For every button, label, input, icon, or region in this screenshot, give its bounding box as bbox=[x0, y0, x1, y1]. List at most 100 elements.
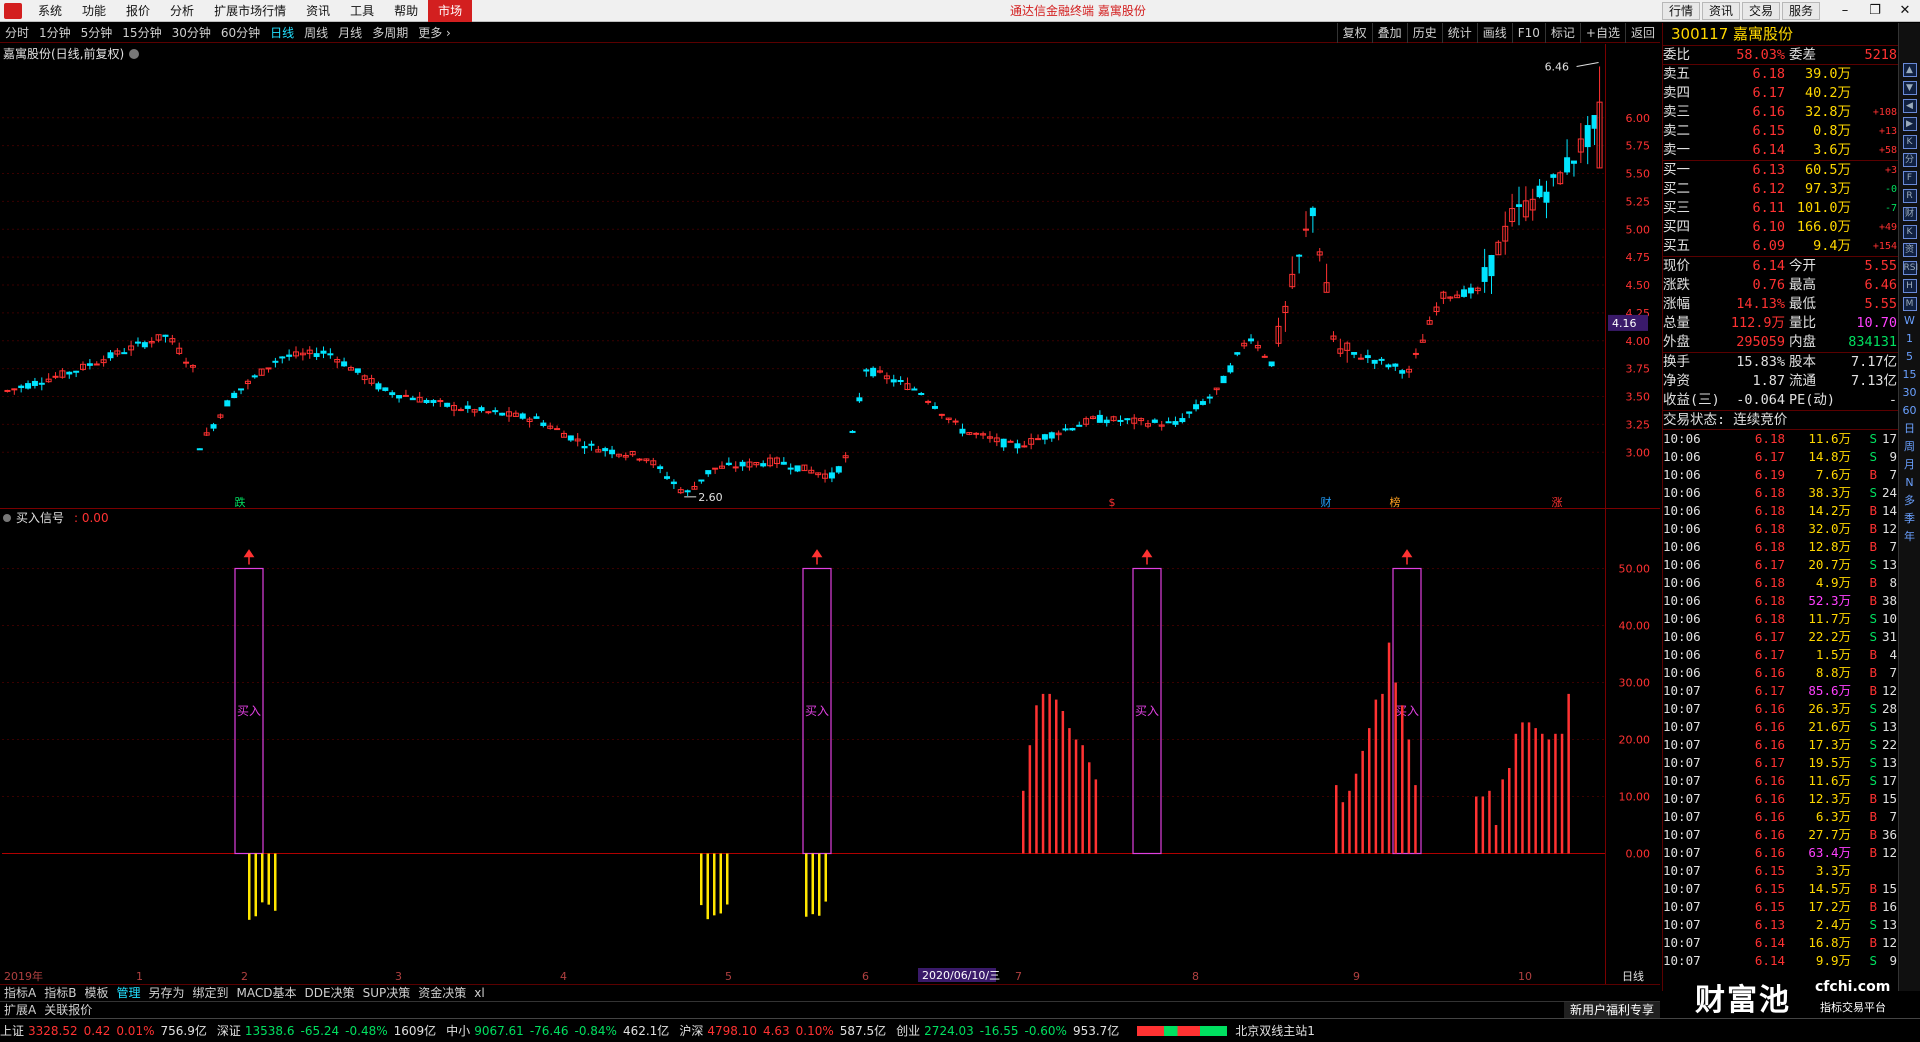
candle-body[interactable] bbox=[931, 406, 938, 409]
side-tool-icon[interactable]: 分 bbox=[1902, 153, 1917, 167]
candle-body[interactable] bbox=[664, 476, 671, 479]
side-tool-icon[interactable]: 周 bbox=[1903, 441, 1917, 455]
tab-template[interactable]: 模板 bbox=[80, 985, 112, 1002]
server-name[interactable]: 北京双线主站1 bbox=[1235, 1022, 1315, 1039]
candle-body[interactable] bbox=[828, 472, 835, 479]
event-mark[interactable]: 涨 bbox=[1552, 496, 1563, 509]
bids-price[interactable]: 6.13 bbox=[1717, 161, 1785, 180]
period-tab[interactable]: 5分钟 bbox=[76, 23, 118, 43]
candle-body[interactable] bbox=[1392, 363, 1399, 367]
candle-body[interactable] bbox=[1371, 359, 1378, 364]
candle-body[interactable] bbox=[107, 352, 114, 359]
candle-body[interactable] bbox=[1399, 370, 1406, 374]
candle-body[interactable] bbox=[1261, 355, 1268, 358]
candle-body[interactable] bbox=[1014, 443, 1021, 449]
side-tool-icon[interactable]: 5 bbox=[1903, 351, 1917, 365]
candle-body[interactable] bbox=[1248, 338, 1255, 342]
side-tool-icon[interactable]: R bbox=[1902, 189, 1917, 203]
candle-body[interactable] bbox=[519, 413, 526, 419]
candle-body[interactable] bbox=[1357, 357, 1364, 360]
menu-help[interactable]: 帮助 bbox=[384, 0, 428, 22]
tab-fund[interactable]: 资金决策 bbox=[414, 985, 470, 1002]
candle-body[interactable] bbox=[588, 443, 595, 446]
candle-body[interactable] bbox=[389, 392, 396, 396]
candle-body[interactable] bbox=[238, 388, 245, 391]
bids-price[interactable]: 6.12 bbox=[1717, 180, 1785, 199]
period-tab-more[interactable]: 更多 › bbox=[413, 23, 456, 43]
candle-body[interactable] bbox=[849, 430, 856, 433]
index-quote[interactable]: 深证 13538.6 -65.24 -0.48% 1609亿 bbox=[217, 1022, 436, 1039]
candle-body[interactable] bbox=[1570, 160, 1577, 164]
period-tab[interactable]: 月线 bbox=[333, 23, 367, 43]
candle-body[interactable] bbox=[870, 367, 877, 377]
candle-body[interactable] bbox=[313, 353, 320, 357]
candle-body[interactable] bbox=[1543, 191, 1550, 203]
candle-body[interactable] bbox=[1172, 421, 1179, 425]
asks-price[interactable]: 6.14 bbox=[1717, 141, 1785, 160]
candle-body[interactable] bbox=[162, 334, 169, 337]
candle-body[interactable] bbox=[423, 399, 430, 403]
candle-body[interactable] bbox=[354, 368, 361, 373]
side-tool-icon[interactable]: H bbox=[1902, 279, 1917, 293]
candle-body[interactable] bbox=[1007, 440, 1014, 443]
period-tab-daily[interactable]: 日线 bbox=[265, 23, 299, 43]
candle-body[interactable] bbox=[457, 409, 464, 412]
candle-body[interactable] bbox=[959, 428, 966, 434]
candle-body[interactable] bbox=[911, 388, 918, 391]
asks-price[interactable]: 6.17 bbox=[1717, 84, 1785, 103]
candle-body[interactable] bbox=[863, 369, 870, 372]
candle-body[interactable] bbox=[856, 397, 863, 402]
menu-function[interactable]: 功能 bbox=[72, 0, 116, 22]
candle-body[interactable] bbox=[1076, 424, 1083, 427]
candle-body[interactable] bbox=[38, 382, 45, 385]
candle-body[interactable] bbox=[437, 400, 444, 403]
candle-body[interactable] bbox=[1488, 255, 1495, 277]
tab-sup[interactable]: SUP决策 bbox=[359, 985, 415, 1002]
minimize-icon[interactable]: – bbox=[1830, 0, 1860, 22]
candle-body[interactable] bbox=[272, 360, 279, 363]
side-tool-icon[interactable]: RSI bbox=[1902, 261, 1918, 275]
candle-body[interactable] bbox=[1035, 438, 1042, 441]
candle-body[interactable] bbox=[636, 458, 643, 461]
candle-body[interactable] bbox=[918, 392, 925, 395]
tool-statistics[interactable]: 统计 bbox=[1441, 23, 1477, 43]
side-tool-icon[interactable]: 年 bbox=[1903, 531, 1917, 545]
candle-body[interactable] bbox=[430, 400, 437, 403]
candle-body[interactable] bbox=[705, 470, 712, 475]
candle-body[interactable] bbox=[1309, 207, 1316, 217]
candle-body[interactable] bbox=[540, 422, 547, 426]
candle-body[interactable] bbox=[732, 466, 739, 469]
candle-body[interactable] bbox=[1385, 364, 1392, 368]
side-tool-icon[interactable]: 日 bbox=[1903, 423, 1917, 437]
candle-body[interactable] bbox=[712, 467, 719, 470]
candle-body[interactable] bbox=[609, 449, 616, 455]
close-icon[interactable]: ✕ bbox=[1890, 0, 1920, 22]
candle-body[interactable] bbox=[794, 465, 801, 472]
candle-body[interactable] bbox=[1564, 157, 1571, 173]
candle-body[interactable] bbox=[1234, 352, 1241, 355]
candle-body[interactable] bbox=[1165, 421, 1172, 424]
candle-body[interactable] bbox=[1062, 428, 1069, 431]
asks-price[interactable]: 6.16 bbox=[1717, 103, 1785, 122]
candle-body[interactable] bbox=[73, 370, 80, 373]
candle-body[interactable] bbox=[210, 424, 217, 429]
candle-body[interactable] bbox=[1048, 432, 1055, 439]
candle-body[interactable] bbox=[93, 363, 100, 366]
top-button-quotes[interactable]: 行情 bbox=[1661, 2, 1700, 20]
candle-body[interactable] bbox=[938, 413, 945, 416]
candle-body[interactable] bbox=[567, 435, 574, 441]
index-quote[interactable]: 沪深 4798.10 4.63 0.10% 587.5亿 bbox=[679, 1022, 886, 1039]
side-tool-icon[interactable]: 季 bbox=[1903, 513, 1917, 527]
candle-body[interactable] bbox=[1021, 445, 1028, 448]
candle-body[interactable] bbox=[533, 416, 540, 419]
asks-price[interactable]: 6.15 bbox=[1717, 122, 1785, 141]
candle-body[interactable] bbox=[396, 395, 403, 399]
candle-body[interactable] bbox=[787, 467, 794, 470]
candle-body[interactable] bbox=[1041, 434, 1048, 440]
candle-body[interactable] bbox=[1199, 401, 1206, 405]
event-mark[interactable]: $ bbox=[1109, 496, 1116, 509]
menu-analysis[interactable]: 分析 bbox=[160, 0, 204, 22]
side-tool-icon[interactable]: 15 bbox=[1903, 369, 1917, 383]
candle-body[interactable] bbox=[973, 432, 980, 435]
candle-body[interactable] bbox=[657, 466, 664, 470]
